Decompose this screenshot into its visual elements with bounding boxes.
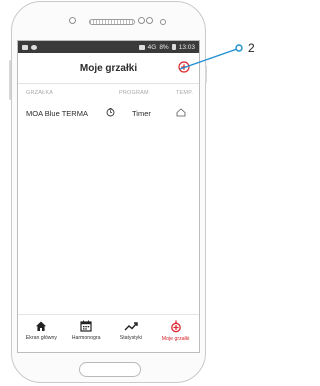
callout-leader bbox=[179, 44, 243, 70]
callout-number: 2 bbox=[248, 41, 255, 55]
